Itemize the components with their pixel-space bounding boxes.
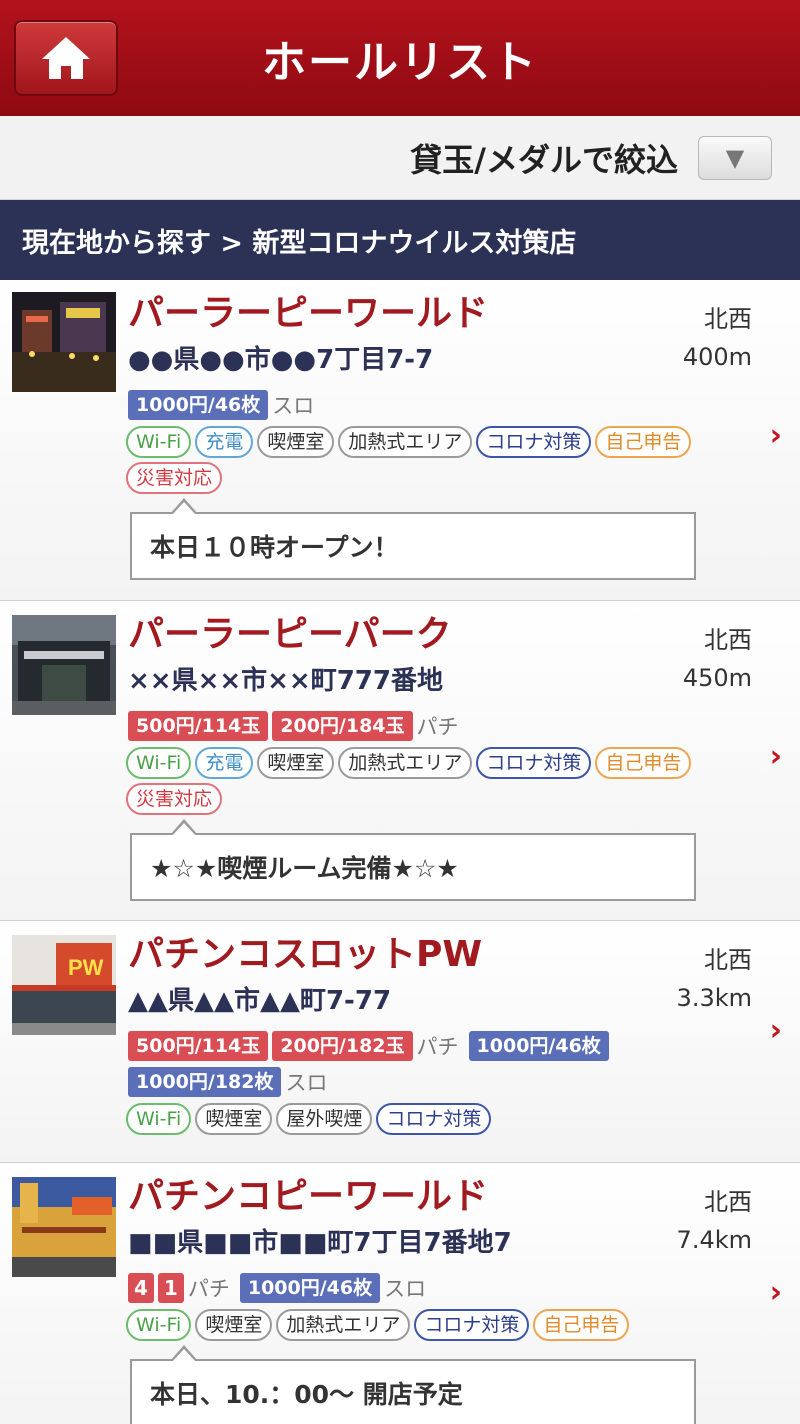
facility-smoking-room: 喫煙室: [195, 1103, 273, 1135]
hall-list-item[interactable]: 北西 450m › パーラーピーパーク ××県××市××町777番地 500円/…: [0, 601, 800, 921]
facility-outdoor-smoking: 屋外喫煙: [276, 1103, 373, 1135]
hall-address: ▲▲県▲▲市▲▲町7-77: [128, 986, 392, 1016]
thumbnail-sign: PW: [68, 955, 104, 980]
hall-thumbnail: [12, 292, 116, 392]
facility-heated-area: 加熱式エリア: [338, 747, 473, 779]
chevron-right-icon: ›: [769, 418, 782, 453]
rate-badge: 1000円/46枚: [128, 390, 269, 420]
rate-category: パチ: [416, 715, 459, 739]
facility-self-report: 自己申告: [533, 1309, 630, 1341]
chevron-right-icon: ›: [769, 1275, 782, 1310]
facility-charge: 充電: [195, 426, 254, 458]
hall-message: 本日、10.：00～ 開店予定: [130, 1345, 696, 1424]
facility-wifi: Wi-Fi: [126, 426, 192, 458]
rate-category: パチ: [416, 1035, 459, 1059]
facility-self-report: 自己申告: [595, 426, 692, 458]
rate-badge: 500円/114玉: [128, 711, 269, 741]
hall-list-item[interactable]: 北西 7.4km › パチンコピーワールド ■■県■■市■■町7丁目7番地7 4…: [0, 1163, 800, 1424]
facility-smoking-room: 喫煙室: [257, 747, 335, 779]
hall-name: パーラーピーパーク: [128, 614, 452, 655]
breadcrumb[interactable]: 現在地から探す > 新型コロナウイルス対策店: [0, 200, 800, 280]
rate-badge: 1000円/46枚: [239, 1273, 381, 1303]
hall-thumbnail: [12, 615, 116, 715]
rate-category: スロ: [272, 394, 315, 418]
facility-charge: 充電: [195, 747, 254, 779]
chevron-down-icon: ▼: [725, 143, 745, 172]
facility-corona: コロナ対策: [476, 747, 592, 779]
facility-corona: コロナ対策: [414, 1309, 530, 1341]
rate-number-badge: 1: [157, 1273, 184, 1303]
hall-thumbnail: PW: [12, 935, 116, 1035]
breadcrumb-text: 現在地から探す > 新型コロナウイルス対策店: [22, 227, 577, 259]
app-header: ホールリスト: [0, 0, 800, 116]
facility-disaster: 災害対応: [126, 783, 223, 815]
facility-corona: コロナ対策: [476, 426, 592, 458]
hall-address: ××県××市××町777番地: [128, 666, 443, 696]
facility-self-report: 自己申告: [595, 747, 692, 779]
hall-list-item[interactable]: 北西 400m › パーラーピーワールド ●●県●●市●●7丁目7-7 1000…: [0, 280, 800, 601]
hall-list-item[interactable]: PW 北西 3.3km › パチンコスロットPW ▲▲県▲▲市▲▲町7-77 5…: [0, 921, 800, 1163]
rate-category: スロ: [285, 1071, 328, 1095]
facility-disaster: 災害対応: [126, 462, 223, 494]
rate-badge: 200円/182玉: [272, 1031, 413, 1061]
facility-heated-area: 加熱式エリア: [338, 426, 473, 458]
facility-corona: コロナ対策: [376, 1103, 492, 1135]
hall-address: ●●県●●市●●7丁目7-7: [128, 345, 434, 375]
home-button[interactable]: [14, 20, 118, 96]
rate-number-badge: 4: [128, 1273, 154, 1303]
rate-category: パチ: [187, 1277, 230, 1301]
rate-category: スロ: [384, 1277, 427, 1301]
hall-message: 本日１０時オープン！: [130, 498, 696, 580]
rate-badge: 200円/184玉: [272, 711, 413, 741]
hall-name: パーラーピーワールド: [128, 293, 489, 334]
hall-message: ★☆★喫煙ルーム完備★☆★: [130, 819, 696, 901]
filter-label: 貸玉/メダルで絞込: [410, 140, 678, 179]
facility-wifi: Wi-Fi: [126, 1103, 192, 1135]
rate-badge: 500円/114玉: [128, 1031, 269, 1061]
filter-bar: 貸玉/メダルで絞込 ▼: [0, 116, 800, 200]
chevron-right-icon: ›: [769, 739, 782, 774]
chevron-right-icon: ›: [769, 1013, 782, 1048]
facility-heated-area: 加熱式エリア: [276, 1309, 411, 1341]
hall-thumbnail: [12, 1177, 116, 1277]
facility-smoking-room: 喫煙室: [257, 426, 335, 458]
facility-wifi: Wi-Fi: [126, 1309, 192, 1341]
facility-wifi: Wi-Fi: [126, 747, 192, 779]
home-icon: [42, 37, 90, 79]
hall-name: パチンコスロットPW: [128, 934, 483, 975]
facility-smoking-room: 喫煙室: [195, 1309, 273, 1341]
hall-name: パチンコピーワールド: [128, 1176, 489, 1217]
rate-badge: 1000円/46枚: [468, 1031, 609, 1061]
hall-address: ■■県■■市■■町7丁目7番地7: [128, 1228, 512, 1258]
page-title: ホールリスト: [262, 37, 538, 88]
rate-badge: 1000円/182枚: [128, 1067, 282, 1097]
filter-dropdown-button[interactable]: ▼: [698, 135, 772, 180]
